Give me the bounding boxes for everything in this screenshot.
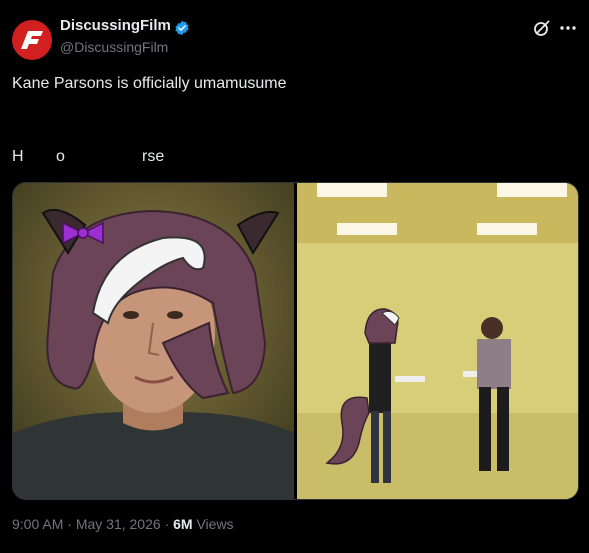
views-count: 6M xyxy=(173,516,193,532)
tweet-text-part-3: rse xyxy=(142,148,165,165)
tweet-text: Kane Parsons is officially umamusume xyxy=(12,75,287,92)
tweet-meta: 9:00 AM · May 31, 2026 · 6M Views xyxy=(12,516,234,532)
tweet-text-part-2: o xyxy=(56,148,65,165)
media-image-1[interactable] xyxy=(13,183,294,499)
more-icon[interactable] xyxy=(557,17,579,39)
author-name[interactable]: DiscussingFilm xyxy=(60,17,171,34)
views-label: Views xyxy=(196,516,234,532)
tweet-time[interactable]: 9:00 AM xyxy=(12,516,63,532)
meta-separator: · xyxy=(67,516,76,532)
grok-icon[interactable] xyxy=(531,17,553,39)
tweet-text-part-1: H xyxy=(12,148,24,165)
verified-icon xyxy=(175,20,189,36)
author-avatar[interactable] xyxy=(12,20,52,60)
media-image-2[interactable] xyxy=(297,183,578,499)
discussingfilm-logo-icon xyxy=(21,31,43,49)
meta-separator: · xyxy=(164,516,174,532)
media-grid[interactable] xyxy=(12,182,579,500)
tweet-date[interactable]: May 31, 2026 xyxy=(76,516,161,532)
author-handle[interactable]: @DiscussingFilm xyxy=(60,39,168,55)
